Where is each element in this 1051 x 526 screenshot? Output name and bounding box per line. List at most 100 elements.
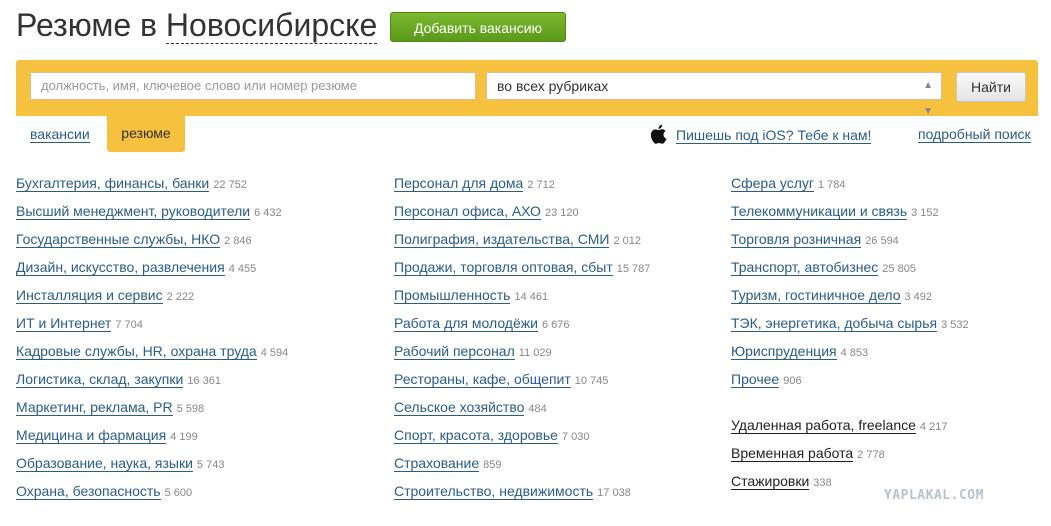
category-item: Сельское хозяйство 484 — [394, 396, 650, 424]
category-count: 2 846 — [224, 235, 252, 247]
category-link[interactable]: Торговля розничная — [731, 231, 862, 248]
watermark: YAPLAKAL.COM — [884, 488, 984, 503]
category-item: Логистика, склад, закупки 16 361 — [16, 368, 288, 396]
category-item: Продажи, торговля оптовая, сбыт 15 787 — [394, 256, 650, 284]
category-link[interactable]: Прочее — [731, 371, 780, 388]
category-link[interactable]: Страхование — [394, 455, 480, 472]
work-type-link[interactable]: Временная работа — [731, 445, 854, 462]
category-link[interactable]: Сфера услуг — [731, 175, 814, 192]
category-link[interactable]: Инсталляция и сервис — [16, 287, 163, 304]
category-link[interactable]: Охрана, безопасность — [16, 483, 161, 500]
category-item: Инсталляция и сервис 2 222 — [16, 284, 288, 312]
category-count: 1 784 — [818, 179, 846, 191]
category-link[interactable]: Рестораны, кафе, общепит — [394, 371, 571, 388]
chevron-down-icon: ▲ ▼ — [923, 80, 933, 117]
category-link[interactable]: Кадровые службы, HR, охрана труда — [16, 343, 257, 360]
ios-link-label: Пишешь под iOS? Тебе к нам! — [676, 127, 872, 144]
rubric-select[interactable]: во всех рубриках ▲ ▼ — [486, 72, 942, 117]
find-button[interactable]: Найти — [956, 72, 1026, 102]
work-type-link[interactable]: Стажировки — [731, 473, 810, 490]
work-type-item: Временная работа 2 778 — [731, 442, 947, 470]
category-link[interactable]: Образование, наука, языки — [16, 455, 193, 472]
category-link[interactable]: Продажи, торговля оптовая, сбыт — [394, 259, 613, 276]
category-link[interactable]: Персонал офиса, АХО — [394, 203, 541, 220]
rubric-select-value: во всех рубриках — [497, 78, 609, 94]
category-count: 2 012 — [613, 235, 641, 247]
category-link[interactable]: Транспорт, автобизнес — [731, 259, 879, 276]
category-count: 4 455 — [228, 263, 257, 275]
category-link[interactable]: Полиграфия, издательства, СМИ — [394, 231, 610, 248]
category-link[interactable]: Высший менеджмент, руководители — [16, 203, 251, 220]
category-item: Охрана, безопасность 5 600 — [16, 480, 288, 508]
category-item: ТЭК, энергетика, добыча сырья 3 532 — [731, 312, 969, 340]
category-link[interactable]: Спорт, красота, здоровье — [394, 427, 558, 444]
category-item: Торговля розничная 26 594 — [731, 228, 969, 256]
category-count: 5 600 — [164, 487, 193, 499]
work-type-count: 2 778 — [857, 449, 885, 461]
category-item: ИТ и Интернет 7 704 — [16, 312, 288, 340]
category-item: Страхование 859 — [394, 452, 650, 480]
extra-work-types: Удаленная работа, freelance 4 217 Временн… — [731, 414, 947, 498]
category-link[interactable]: Рабочий персонал — [394, 343, 515, 360]
category-count: 3 152 — [911, 207, 939, 219]
category-link[interactable]: Юриспруденция — [731, 343, 837, 360]
category-item: Юриспруденция 4 853 — [731, 340, 969, 368]
category-link[interactable]: Персонал для дома — [394, 175, 524, 192]
category-link[interactable]: ИТ и Интернет — [16, 315, 112, 332]
category-count: 6 432 — [254, 207, 282, 219]
work-type-link[interactable]: Удаленная работа, freelance — [731, 417, 916, 434]
work-type-count: 338 — [813, 477, 832, 489]
tab-vacancies[interactable]: вакансии — [30, 126, 90, 143]
category-link[interactable]: Промышленность — [394, 287, 511, 304]
category-column-1: Бухгалтерия, финансы, банки 22 752 Высший… — [16, 172, 288, 508]
category-count: 3 532 — [941, 319, 969, 331]
apple-icon — [650, 124, 667, 144]
category-item: Дизайн, искусство, развлечения 4 455 — [16, 256, 288, 284]
category-count: 859 — [483, 459, 502, 471]
category-link[interactable]: Строительство, недвижимость — [394, 483, 594, 500]
category-link[interactable]: Медицина и фармация — [16, 427, 167, 444]
category-item: Промышленность 14 461 — [394, 284, 650, 312]
category-count: 11 029 — [518, 347, 552, 359]
category-link[interactable]: Маркетинг, реклама, PR — [16, 399, 173, 416]
city-selector[interactable]: Новосибирске — [165, 7, 378, 44]
category-link[interactable]: Телекоммуникации и связь — [731, 203, 908, 220]
category-link[interactable]: Государственные службы, НКО — [16, 231, 221, 248]
category-item: Спорт, красота, здоровье 7 030 — [394, 424, 650, 452]
category-count: 23 120 — [544, 207, 579, 219]
ios-link[interactable]: Пишешь под iOS? Тебе к нам! — [650, 124, 872, 144]
category-item: Образование, наука, языки 5 743 — [16, 452, 288, 480]
category-count: 17 038 — [597, 487, 631, 499]
category-item: Бухгалтерия, финансы, банки 22 752 — [16, 172, 288, 200]
category-item: Медицина и фармация 4 199 — [16, 424, 288, 452]
category-link[interactable]: Туризм, гостиничное дело — [731, 287, 901, 304]
category-count: 5 598 — [176, 403, 205, 415]
category-link[interactable]: Логистика, склад, закупки — [16, 371, 184, 388]
category-link[interactable]: ТЭК, энергетика, добыча сырья — [731, 315, 938, 332]
category-item: Туризм, гостиничное дело 3 492 — [731, 284, 969, 312]
tab-resumes[interactable]: резюме — [107, 116, 185, 152]
category-count: 4 853 — [840, 347, 869, 359]
category-item: Сфера услуг 1 784 — [731, 172, 969, 200]
category-item: Строительство, недвижимость 17 038 — [394, 480, 650, 508]
category-item: Телекоммуникации и связь 3 152 — [731, 200, 969, 228]
add-vacancy-button[interactable]: Добавить вакансию — [390, 12, 566, 42]
category-count: 22 752 — [213, 179, 247, 191]
category-link[interactable]: Дизайн, искусство, развлечения — [16, 259, 225, 276]
category-count: 3 492 — [904, 291, 933, 303]
category-column-3: Сфера услуг 1 784 Телекоммуникации и связ… — [731, 172, 969, 396]
category-count: 2 712 — [527, 179, 555, 191]
search-bar: должность, имя, ключевое слово или номер… — [16, 60, 1038, 117]
advanced-search-link[interactable]: подробный поиск — [918, 126, 1031, 143]
category-link[interactable]: Работа для молодёжи — [394, 315, 538, 332]
category-item: Персонал для дома 2 712 — [394, 172, 650, 200]
category-item: Маркетинг, реклама, PR 5 598 — [16, 396, 288, 424]
category-item: Кадровые службы, HR, охрана труда 4 594 — [16, 340, 288, 368]
category-link[interactable]: Бухгалтерия, финансы, банки — [16, 175, 210, 192]
category-link[interactable]: Сельское хозяйство — [394, 399, 525, 416]
search-input[interactable]: должность, имя, ключевое слово или номер… — [30, 72, 476, 100]
category-count: 2 222 — [166, 291, 195, 303]
category-item: Государственные службы, НКО 2 846 — [16, 228, 288, 256]
work-type-count: 4 217 — [919, 421, 948, 433]
page-title: Резюме в Новосибирске — [16, 4, 378, 46]
